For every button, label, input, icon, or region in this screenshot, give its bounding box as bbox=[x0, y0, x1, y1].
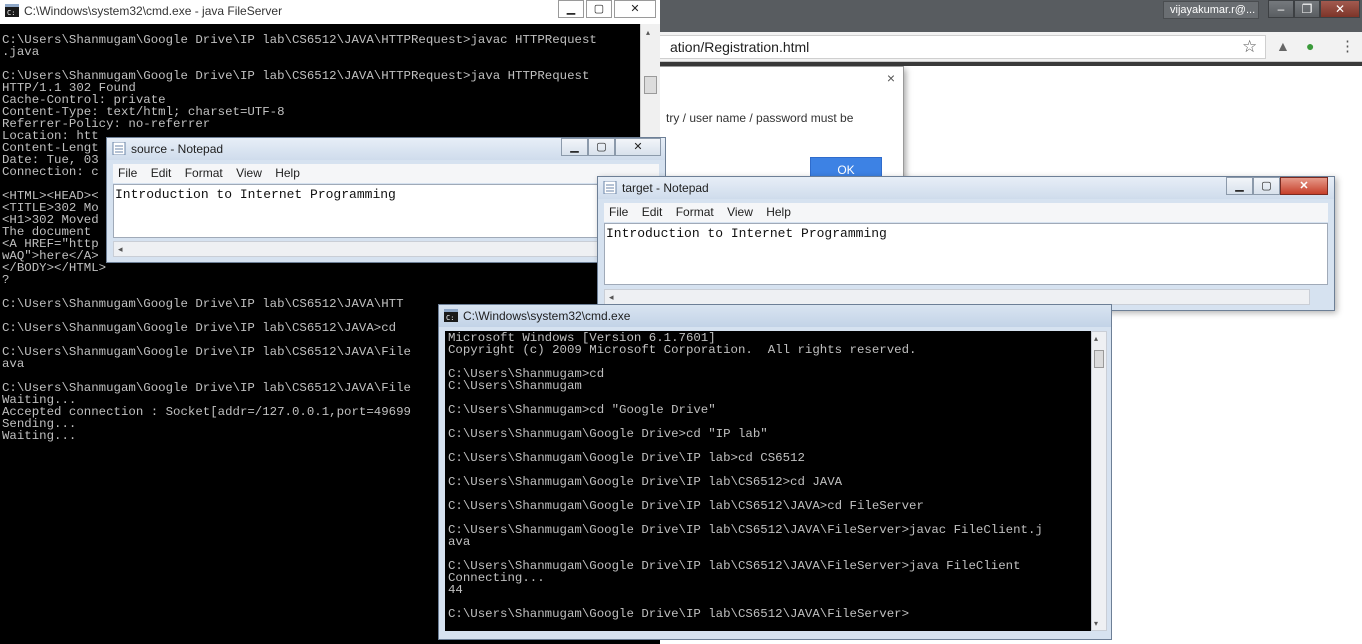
cmd1-scroll-thumb[interactable] bbox=[644, 76, 657, 94]
scroll-left-icon[interactable]: ◂ bbox=[609, 292, 614, 302]
scroll-up-icon[interactable]: ▴ bbox=[646, 28, 650, 37]
console-line: 44 bbox=[448, 583, 463, 597]
notepad-source-close-button[interactable]: ✕ bbox=[615, 138, 661, 156]
notepad-target-titlebar: target - Notepad bbox=[598, 177, 1334, 199]
console-line: ? bbox=[2, 273, 10, 287]
console-line: </BODY></HTML> bbox=[2, 261, 107, 275]
notepad-source-maximize-button[interactable]: ▢ bbox=[588, 138, 615, 156]
cmd1-scrollbar[interactable]: ▴ bbox=[640, 24, 660, 144]
console-line: ava bbox=[448, 535, 471, 549]
console-line: Connecting... bbox=[448, 571, 545, 585]
cmd2-scrollbar[interactable]: ▴ ▾ bbox=[1091, 331, 1107, 631]
notepad-target-text-area[interactable]: Introduction to Internet Programming bbox=[604, 223, 1328, 285]
notepad-target-minimize-button[interactable]: ▁ bbox=[1226, 177, 1253, 195]
alert-close-icon[interactable]: × bbox=[887, 70, 895, 86]
svg-text:C:: C: bbox=[446, 314, 454, 322]
console-line: C:\Users\Shanmugam\Google Drive\IP lab\C… bbox=[448, 523, 1043, 537]
cmd1-close-button[interactable]: ✕ bbox=[614, 0, 656, 18]
console-line: C:\Users\Shanmugam bbox=[448, 379, 582, 393]
menu-format[interactable]: Format bbox=[671, 203, 719, 222]
menu-help[interactable]: Help bbox=[270, 164, 305, 183]
svg-text:C:: C: bbox=[7, 9, 15, 17]
chrome-menu-icon[interactable]: ⋮ bbox=[1340, 37, 1355, 55]
cmd2-title: C:\Windows\system32\cmd.exe bbox=[463, 309, 631, 323]
cmd-window-fileclient: C: C:\Windows\system32\cmd.exe Microsoft… bbox=[438, 304, 1112, 640]
cmd2-titlebar: C: C:\Windows\system32\cmd.exe bbox=[439, 305, 1111, 327]
menu-view[interactable]: View bbox=[722, 203, 758, 222]
address-bar[interactable]: ation/Registration.html bbox=[660, 35, 1266, 59]
notepad-target-menubar: File Edit Format View Help bbox=[604, 203, 1328, 222]
console-line: C:\Users\Shanmugam\Google Drive\IP lab>c… bbox=[448, 451, 805, 465]
notepad-icon bbox=[603, 181, 617, 194]
notepad-source-hscrollbar[interactable]: ◂ bbox=[113, 241, 659, 257]
menu-format[interactable]: Format bbox=[180, 164, 228, 183]
notepad-source-menubar: File Edit Format View Help bbox=[113, 164, 659, 183]
bookmark-star-icon[interactable]: ☆ bbox=[1242, 37, 1257, 57]
alert-message: try / user name / password must be bbox=[666, 111, 854, 125]
drive-extension-icon[interactable]: ▲ bbox=[1276, 38, 1290, 54]
notepad-source-minimize-button[interactable]: ▁ bbox=[561, 138, 588, 156]
console-line: C:\Users\Shanmugam>cd "Google Drive" bbox=[448, 403, 716, 417]
notepad-target-title: target - Notepad bbox=[622, 181, 709, 195]
chrome-maximize-button[interactable]: ❐ bbox=[1294, 0, 1320, 18]
notepad-icon bbox=[112, 142, 126, 155]
notepad-source-window: source - Notepad ▁ ▢ ✕ File Edit Format … bbox=[106, 137, 666, 263]
scroll-down-icon[interactable]: ▾ bbox=[1094, 619, 1098, 628]
scroll-left-icon[interactable]: ◂ bbox=[118, 244, 123, 254]
notepad-source-text-area[interactable]: Introduction to Internet Programming bbox=[113, 184, 659, 238]
notepad-target-maximize-button[interactable]: ▢ bbox=[1253, 177, 1280, 195]
console-line: .java bbox=[2, 45, 40, 59]
notepad-target-close-button[interactable]: ✕ bbox=[1280, 177, 1328, 195]
menu-file[interactable]: File bbox=[113, 164, 142, 183]
console-line: C:\Users\Shanmugam\Google Drive\IP lab\C… bbox=[2, 34, 597, 47]
console-line: C:\Users\Shanmugam\Google Drive\IP lab\C… bbox=[448, 607, 910, 621]
console-line: C:\Users\Shanmugam\Google Drive\IP lab\C… bbox=[448, 475, 843, 489]
menu-view[interactable]: View bbox=[231, 164, 267, 183]
cmd2-scroll-thumb[interactable] bbox=[1094, 350, 1104, 368]
console-line: C:\Users\Shanmugam\Google Drive>cd "IP l… bbox=[448, 427, 768, 441]
alert-dialog: × try / user name / password must be OK bbox=[660, 66, 904, 184]
menu-edit[interactable]: Edit bbox=[637, 203, 668, 222]
cmd1-maximize-button[interactable]: ▢ bbox=[586, 0, 612, 18]
notepad-target-window: target - Notepad ▁ ▢ ✕ File Edit Format … bbox=[597, 176, 1335, 311]
menu-help[interactable]: Help bbox=[761, 203, 796, 222]
cmd2-console-output[interactable]: Microsoft Windows [Version 6.1.7601] Copy… bbox=[445, 331, 1091, 631]
chrome-close-button[interactable]: ✕ bbox=[1320, 0, 1360, 18]
notepad-source-title: source - Notepad bbox=[131, 142, 224, 156]
menu-file[interactable]: File bbox=[604, 203, 633, 222]
cmd-icon: C: bbox=[444, 309, 458, 322]
chrome-minimize-button[interactable]: ‒ bbox=[1268, 0, 1294, 18]
cmd1-title: C:\Windows\system32\cmd.exe - java FileS… bbox=[24, 4, 283, 18]
cmd-icon: C: bbox=[5, 4, 19, 17]
chrome-profile-button[interactable]: vijayakumar.r@... bbox=[1163, 1, 1259, 19]
menu-edit[interactable]: Edit bbox=[146, 164, 177, 183]
cmd1-minimize-button[interactable]: ▁ bbox=[558, 0, 584, 18]
console-line: C:\Users\Shanmugam\Google Drive\IP lab\C… bbox=[448, 499, 924, 513]
console-line: Copyright (c) 2009 Microsoft Corporation… bbox=[448, 343, 917, 357]
notepad-target-hscrollbar[interactable]: ◂ bbox=[604, 289, 1310, 305]
scroll-up-icon[interactable]: ▴ bbox=[1094, 334, 1098, 343]
extension-icon[interactable]: ● bbox=[1306, 38, 1314, 54]
